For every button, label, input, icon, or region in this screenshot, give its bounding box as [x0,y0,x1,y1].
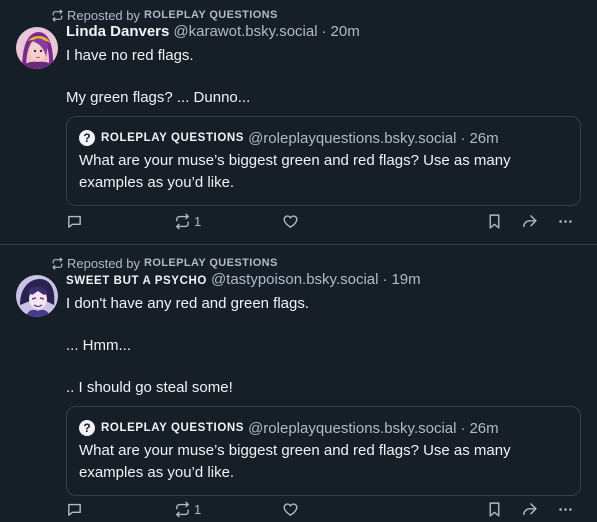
heart-icon [283,214,298,228]
repost-label: Reposted by [67,255,140,271]
avatar[interactable] [16,27,58,69]
repost-indicator[interactable]: Reposted by Roleplay Questions [51,255,581,271]
repost-icon [176,213,189,229]
repost-icon [52,8,63,22]
author-handle[interactable]: @tastypoison.bsky.social [211,271,379,288]
reply-button[interactable] [66,213,86,230]
quote-author-handle: @roleplayquestions.bsky.social [248,419,457,437]
repost-indicator[interactable]: Reposted by Roleplay Questions [51,7,581,23]
separator-dot: · [321,23,327,40]
separator-dot: · [382,271,388,288]
quote-author-name: Roleplay Questions [101,132,245,144]
reply-icon [68,503,81,516]
repost-icon [52,256,63,270]
reply-button[interactable] [66,501,86,518]
more-icon [559,507,572,511]
reposted-by-name[interactable]: Roleplay Questions [144,257,278,269]
post-time[interactable]: 19m [391,271,420,288]
bookmark-icon [489,213,500,229]
quote-time: 26m [469,129,499,147]
repost-icon [176,501,189,517]
feed-post[interactable]: Reposted by Roleplay Questions [0,0,597,245]
post-header: Sweet but a Psycho @tastypoison.bsky.soc… [66,271,581,293]
more-icon [559,219,572,223]
reposted-by-name[interactable]: Roleplay Questions [144,9,278,21]
post-time[interactable]: 20m [331,23,360,40]
quote-post[interactable]: ? Roleplay Questions @roleplayquestions.… [66,406,581,496]
like-button[interactable] [282,213,302,230]
quote-author-handle: @roleplayquestions.bsky.social [248,129,457,147]
bookmark-icon [489,501,500,517]
repost-count: 1 [194,501,202,517]
quote-time: 26m [469,419,499,437]
feed: Reposted by Roleplay Questions [0,0,597,522]
question-mark-icon: ? [79,130,95,146]
post-header: Linda Danvers @karawot.bsky.social · 20m [66,23,581,45]
author-name[interactable]: Linda Danvers [66,23,169,40]
question-mark-icon: ? [79,420,95,436]
bookmark-button[interactable] [486,501,503,518]
more-options-button[interactable] [557,213,574,230]
more-options-button[interactable] [557,501,574,518]
author-handle[interactable]: @karawot.bsky.social [173,23,317,40]
like-button[interactable] [282,501,302,518]
post-actions: 1 [66,211,581,231]
quote-text: What are your muse’s biggest green and r… [79,442,511,481]
avatar[interactable] [16,275,58,317]
author-name[interactable]: Sweet but a Psycho [66,275,207,287]
repost-button[interactable]: 1 [174,501,201,518]
share-button[interactable] [521,213,538,230]
post-text: I don't have any red and green flags. ..… [66,295,310,396]
repost-count: 1 [194,213,202,229]
reply-icon [68,215,81,228]
share-icon [523,502,537,515]
share-button[interactable] [521,501,538,518]
post-text: I have no red flags. My green flags? ...… [66,47,251,106]
heart-icon [283,502,298,516]
separator-dot: · [460,419,466,437]
separator-dot: · [460,129,466,147]
repost-label: Reposted by [67,7,140,23]
quote-author-name: Roleplay Questions [101,422,245,434]
share-icon [523,214,537,227]
repost-button[interactable]: 1 [174,213,201,230]
feed-post[interactable]: Reposted by Roleplay Questions Sweet [0,245,597,522]
bookmark-button[interactable] [486,213,503,230]
post-actions: 1 [66,499,581,519]
quote-text: What are your muse’s biggest green and r… [79,152,511,191]
quote-post[interactable]: ? Roleplay Questions @roleplayquestions.… [66,116,581,206]
